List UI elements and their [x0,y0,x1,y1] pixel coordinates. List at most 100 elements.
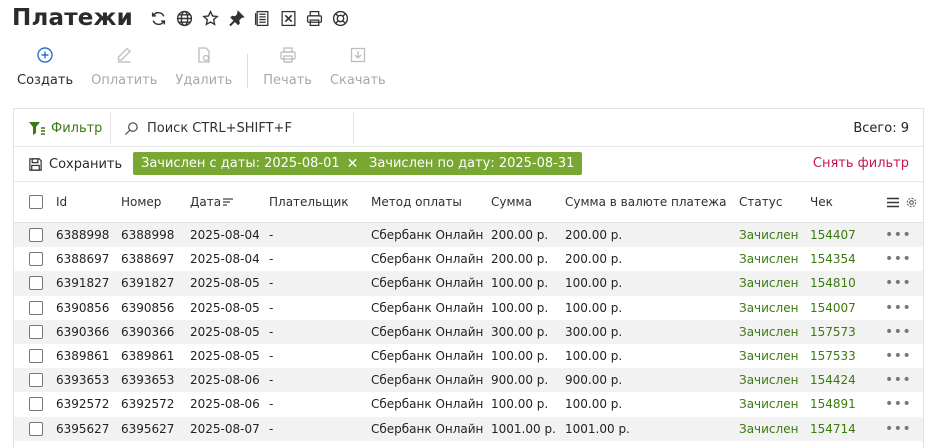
plus-circle-icon [36,44,54,66]
clear-filter-link[interactable]: Снять фильтр [813,152,909,175]
cell-number: 6388697 [121,252,175,267]
download-button[interactable]: Скачать [321,44,395,92]
cell-check-link[interactable]: 157533 [810,344,856,368]
cell-sum-currency: 100.00 р. [565,276,623,291]
table-row[interactable]: 6391827 6391827 2025-08-05 - Сбербанк Он… [14,271,923,296]
cell-check-link[interactable]: 154714 [810,417,856,441]
search-box[interactable] [124,109,362,147]
cell-method: Сбербанк Онлайн [371,421,484,436]
delete-doc-icon [195,44,213,66]
row-checkbox[interactable] [29,223,43,247]
row-menu-icon[interactable]: ••• [885,296,911,320]
cell-status: Зачислен [739,252,799,267]
download-label: Скачать [329,73,386,88]
column-header-check[interactable]: Чек [810,182,833,222]
row-menu-icon[interactable]: ••• [885,320,911,344]
cell-check-link[interactable]: 154424 [810,368,856,392]
search-input[interactable] [147,120,362,136]
table-row[interactable]: 6393653 6393653 2025-08-06 - Сбербанк Он… [14,368,923,393]
cell-method: Сбербанк Онлайн [371,252,484,267]
table-row[interactable]: 6389861 6389861 2025-08-05 - Сбербанк Он… [14,344,923,368]
print-label: Печать [263,73,312,88]
row-menu-icon[interactable]: ••• [885,247,911,271]
save-icon [29,157,42,171]
cell-check-link[interactable]: 154007 [810,296,856,320]
create-button[interactable]: Создать [8,44,82,92]
row-checkbox[interactable] [29,296,43,320]
excel-icon[interactable] [279,9,298,28]
row-checkbox[interactable] [29,271,43,295]
row-checkbox[interactable] [29,344,43,368]
cell-check-link[interactable]: 154810 [810,271,856,295]
column-header-number[interactable]: Номер [121,182,161,222]
table-row[interactable]: 6388697 6388697 2025-08-04 - Сбербанк Он… [14,247,923,271]
cell-date: 2025-08-07 [190,421,260,436]
row-menu-icon[interactable]: ••• [885,344,911,368]
cell-number: 6388998 [121,228,175,243]
row-checkbox[interactable] [29,368,43,392]
cell-payer: - [269,300,274,315]
table-row[interactable]: 6390856 6390856 2025-08-05 - Сбербанк Он… [14,296,923,320]
cell-check-link[interactable]: 157573 [810,320,856,344]
row-menu-icon[interactable]: ••• [885,368,911,392]
row-menu-icon[interactable]: ••• [885,392,911,416]
globe-icon[interactable] [175,9,194,28]
chip-label: Зачислен с даты: 2025-08-01 [141,156,340,171]
help-icon[interactable] [331,9,350,28]
excel-doc-icon[interactable] [253,9,272,28]
filter-button[interactable]: Фильтр [28,109,102,147]
print-button[interactable]: Печать [254,44,321,92]
cell-payer: - [269,349,274,364]
search-row: Фильтр Всего: 9 [14,109,923,147]
settings-icon[interactable] [906,182,917,222]
filter-chip-date-to: Зачислен по дату: 2025-08-31 [361,152,583,175]
row-menu-icon[interactable]: ••• [885,417,911,441]
table-row[interactable]: 6390366 6390366 2025-08-05 - Сбербанк Он… [14,319,923,344]
cell-sum-currency: 200.00 р. [565,252,623,267]
column-header-sum-currency[interactable]: Сумма в валюте платежа [565,182,726,222]
column-header-status[interactable]: Статус [739,182,782,222]
cell-method: Сбербанк Онлайн [371,373,484,388]
cell-check-link[interactable]: 154891 [810,392,856,416]
cell-id: 6393653 [56,373,110,388]
star-icon[interactable] [201,9,220,28]
cell-sum-currency: 1001.00 р. [565,421,630,436]
cell-number: 6390856 [121,300,175,315]
cell-method: Сбербанк Онлайн [371,397,484,412]
title-bar: Платежи [12,4,350,32]
pay-button[interactable]: Оплатить [82,44,166,92]
save-filter-button[interactable]: Сохранить [28,153,122,175]
cell-check-link[interactable]: 154354 [810,247,856,271]
table-row[interactable]: 6392572 6392572 2025-08-06 - Сбербанк Он… [14,392,923,416]
refresh-icon[interactable] [149,9,168,28]
column-header-id[interactable]: Id [56,182,67,222]
row-menu-icon[interactable]: ••• [885,223,911,247]
delete-button[interactable]: Удалить [166,44,241,92]
close-icon[interactable]: ✕ [347,156,359,172]
row-checkbox[interactable] [29,247,43,271]
column-header-sum[interactable]: Сумма [491,182,532,222]
table-row[interactable]: 6395627 6395627 2025-08-07 - Сбербанк Он… [14,416,923,441]
table-row[interactable]: 6388998 6388998 2025-08-04 - Сбербанк Он… [14,223,923,248]
row-menu-icon[interactable]: ••• [885,271,911,295]
toolbar: Создать Оплатить Удалить Печать Скачать [8,44,395,92]
column-header-payer[interactable]: Плательщик [269,182,349,222]
column-header-date-label: Дата [190,195,222,209]
cell-check-link[interactable]: 154407 [810,223,856,247]
cell-date: 2025-08-04 [190,252,260,267]
columns-menu-icon[interactable] [887,182,899,222]
row-checkbox[interactable] [29,320,43,344]
divider [110,112,111,144]
cell-sum-currency: 200.00 р. [565,228,623,243]
select-all-checkbox[interactable] [29,182,43,222]
column-header-method[interactable]: Метод оплаты [371,182,462,222]
row-checkbox[interactable] [29,392,43,416]
cell-date: 2025-08-05 [190,324,260,339]
print-icon[interactable] [305,9,324,28]
sort-icon [223,198,234,206]
table-body: 6388998 6388998 2025-08-04 - Сбербанк Он… [14,223,923,441]
column-header-date[interactable]: Дата [190,182,234,222]
cell-date: 2025-08-06 [190,397,260,412]
pin-icon[interactable] [227,9,246,28]
row-checkbox[interactable] [29,417,43,441]
